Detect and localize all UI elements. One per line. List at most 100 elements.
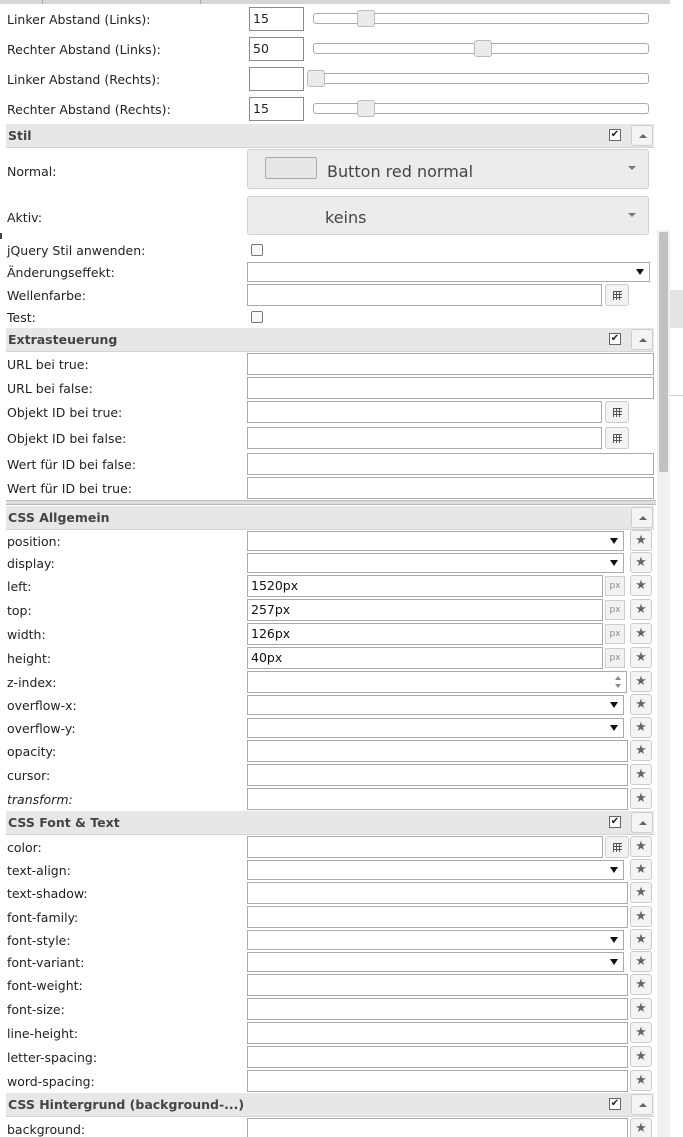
unit-px[interactable]: px (605, 648, 625, 668)
left-margin-rechts-input[interactable] (249, 67, 304, 91)
section-header-extrasteuerung[interactable]: Extrasteuerung ✔ (6, 328, 654, 352)
color-input[interactable] (247, 836, 603, 858)
test-checkbox[interactable] (251, 311, 263, 323)
cursor-input[interactable] (247, 764, 628, 786)
object-picker-button[interactable] (605, 401, 629, 423)
star-icon[interactable]: ★ (630, 647, 652, 668)
font-variant-select[interactable] (247, 952, 624, 972)
slider-handle[interactable] (357, 100, 375, 117)
collapse-button[interactable] (631, 125, 653, 146)
star-icon[interactable]: ★ (630, 740, 652, 761)
line-height-input[interactable] (247, 1022, 628, 1044)
display-select[interactable] (247, 553, 624, 573)
section-header-css-font-text[interactable]: CSS Font & Text ✔ (6, 811, 654, 835)
z-index-input[interactable] (247, 671, 627, 693)
right-margin-rechts-slider[interactable] (313, 100, 649, 117)
normal-style-select[interactable]: Button red normal (247, 149, 649, 189)
star-icon[interactable]: ★ (630, 998, 652, 1019)
section-header-css-allgemein[interactable]: CSS Allgemein (6, 506, 654, 530)
right-margin-rechts-input[interactable]: 15 (249, 97, 304, 121)
star-icon[interactable]: ★ (630, 530, 652, 551)
star-icon[interactable]: ★ (630, 836, 652, 857)
left-margin-links-slider[interactable] (313, 10, 649, 27)
slider-handle[interactable] (307, 70, 325, 87)
star-icon[interactable]: ★ (630, 974, 652, 995)
star-icon[interactable]: ★ (630, 906, 652, 927)
url-true-input[interactable] (247, 353, 654, 375)
spinner-down-icon[interactable] (615, 684, 621, 688)
star-icon[interactable]: ★ (630, 764, 652, 785)
slider-handle[interactable] (357, 10, 375, 27)
star-icon[interactable]: ★ (630, 694, 652, 715)
scrollbar-thumb[interactable] (659, 232, 668, 472)
star-icon[interactable]: ★ (630, 599, 652, 620)
spinner-up-icon[interactable] (615, 676, 621, 680)
section-title: CSS Font & Text (8, 815, 120, 830)
letter-spacing-input[interactable] (247, 1046, 628, 1068)
left-input[interactable]: 1520px (247, 575, 603, 597)
unit-px[interactable]: px (605, 624, 625, 644)
collapse-button[interactable] (631, 507, 653, 528)
star-icon[interactable]: ★ (630, 623, 652, 644)
object-picker-button[interactable] (605, 427, 629, 449)
star-icon[interactable]: ★ (630, 929, 652, 950)
collapse-button[interactable] (631, 329, 653, 350)
change-effect-select[interactable] (247, 262, 650, 282)
color-picker-button[interactable] (605, 836, 629, 858)
right-margin-links-input[interactable]: 50 (249, 37, 304, 61)
text-shadow-input[interactable] (247, 882, 628, 904)
unit-px[interactable]: px (605, 576, 625, 596)
star-icon[interactable]: ★ (630, 882, 652, 903)
value-id-false-input[interactable] (247, 453, 654, 475)
aktiv-style-select[interactable]: keins (247, 196, 649, 235)
star-icon[interactable]: ★ (630, 859, 652, 880)
star-icon[interactable]: ★ (630, 951, 652, 972)
right-margin-links-slider[interactable] (313, 40, 649, 57)
star-icon[interactable]: ★ (630, 1022, 652, 1043)
star-icon[interactable]: ★ (630, 671, 652, 692)
font-weight-input[interactable] (247, 974, 628, 996)
section-checkbox[interactable]: ✔ (609, 129, 621, 141)
section-checkbox[interactable]: ✔ (609, 1098, 621, 1110)
section-checkbox[interactable]: ✔ (609, 816, 621, 828)
star-icon[interactable]: ★ (630, 1118, 652, 1137)
collapse-button[interactable] (631, 1094, 653, 1115)
width-input[interactable]: 126px (247, 623, 603, 645)
overflow-x-select[interactable] (247, 695, 624, 715)
wave-color-input[interactable] (247, 284, 602, 306)
vertical-scrollbar[interactable] (657, 230, 670, 1137)
opacity-input[interactable] (247, 740, 628, 762)
value-id-true-input[interactable] (247, 477, 654, 499)
star-icon[interactable]: ★ (630, 788, 652, 809)
z-index-spinner[interactable] (612, 672, 626, 692)
collapse-button[interactable] (631, 812, 653, 833)
font-style-select[interactable] (247, 930, 624, 950)
word-spacing-input[interactable] (247, 1070, 628, 1092)
transform-input[interactable] (247, 788, 628, 810)
star-icon[interactable]: ★ (630, 1070, 652, 1091)
slider-handle[interactable] (474, 40, 492, 57)
jquery-style-checkbox[interactable] (251, 244, 263, 256)
font-family-input[interactable] (247, 906, 628, 928)
object-id-true-input[interactable] (247, 401, 602, 423)
object-id-false-input[interactable] (247, 427, 602, 449)
section-header-css-background[interactable]: CSS Hintergrund (background-...) ✔ (6, 1093, 654, 1117)
position-select[interactable] (247, 531, 624, 551)
url-false-input[interactable] (247, 377, 654, 399)
star-icon[interactable]: ★ (630, 717, 652, 738)
section-checkbox[interactable]: ✔ (609, 333, 621, 345)
text-align-select[interactable] (247, 860, 624, 880)
top-input[interactable]: 257px (247, 599, 603, 621)
background-input[interactable] (247, 1118, 628, 1137)
overflow-y-select[interactable] (247, 718, 624, 738)
star-icon[interactable]: ★ (630, 575, 652, 596)
height-input[interactable]: 40px (247, 647, 603, 669)
star-icon[interactable]: ★ (630, 1046, 652, 1067)
font-size-input[interactable] (247, 998, 628, 1020)
star-icon[interactable]: ★ (630, 552, 652, 573)
section-header-stil[interactable]: Stil ✔ (6, 124, 654, 148)
left-margin-links-input[interactable]: 15 (249, 7, 304, 31)
unit-px[interactable]: px (605, 600, 625, 620)
left-margin-rechts-slider[interactable] (307, 70, 649, 87)
color-picker-button[interactable] (605, 284, 629, 306)
